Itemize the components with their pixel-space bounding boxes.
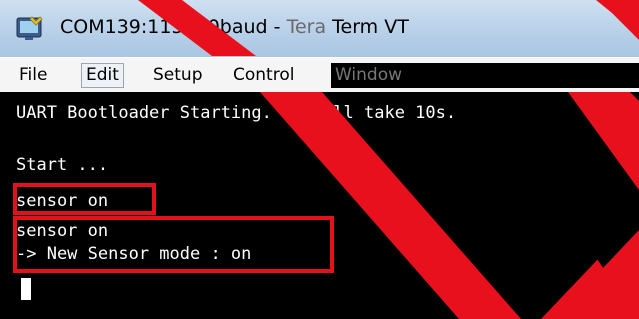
menu-setup[interactable]: Setup — [149, 63, 206, 88]
window-title-separator: - — [267, 16, 287, 38]
terminal-line: sensor on — [16, 221, 109, 241]
terminal-line: sensor on — [16, 191, 109, 211]
tera-term-window: COM139:115200baud - Tera Term VT File Ed… — [0, 0, 639, 319]
window-title-app-part2: Term VT — [326, 16, 409, 38]
terminal-output[interactable]: UART Bootloader Starting. It will take 1… — [8, 92, 639, 319]
window-title-app-part1: Tera — [286, 16, 327, 38]
terminal-cursor — [21, 278, 31, 300]
window-title-connection: COM139:115200baud — [60, 16, 268, 38]
menu-bar: File Edit Setup Control Window Help — [0, 57, 639, 92]
menu-help[interactable]: Help — [444, 63, 491, 88]
terminal-line: -> New Sensor mode : on — [16, 244, 252, 264]
title-bar[interactable]: COM139:115200baud - Tera Term VT — [0, 0, 639, 57]
menu-edit[interactable]: Edit — [81, 63, 124, 88]
tera-term-app-icon — [16, 16, 43, 40]
window-title: COM139:115200baud - Tera Term VT — [60, 14, 409, 40]
terminal-line: Start ... — [16, 155, 109, 175]
terminal-line: UART Bootloader Starting. It will take 1… — [16, 103, 457, 123]
menu-file[interactable]: File — [15, 63, 51, 88]
menu-control[interactable]: Control — [229, 63, 298, 88]
